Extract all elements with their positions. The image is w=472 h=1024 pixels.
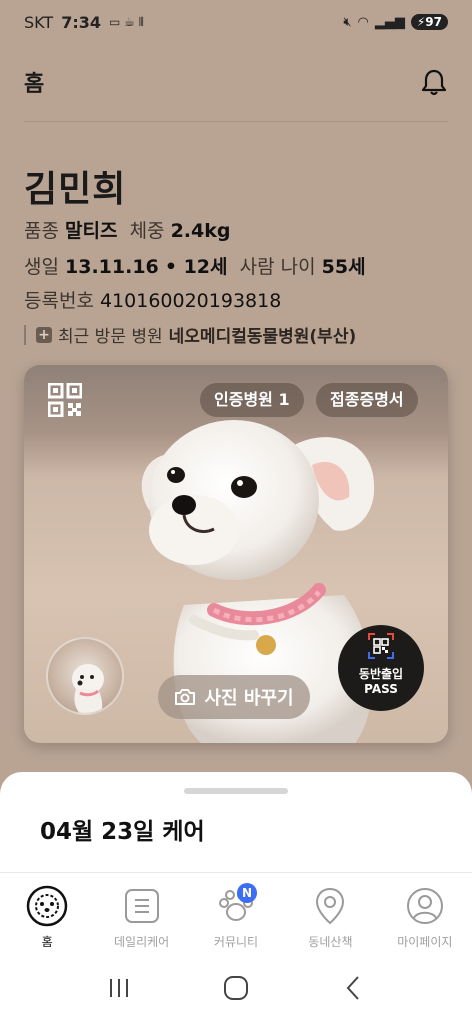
pet-thumbnail[interactable] <box>46 637 124 715</box>
page-title: 홈 <box>24 72 45 97</box>
top-header: 홈 <box>24 58 448 106</box>
nav-item-walk[interactable]: 동네산책 <box>283 873 377 952</box>
birth-value: 13.11.16 <box>65 256 159 278</box>
change-photo-label: 사진 바꾸기 <box>204 688 294 709</box>
new-badge: N <box>237 883 258 903</box>
nav-label-community: 커뮤니티 <box>213 935 259 949</box>
home-button-icon[interactable] <box>216 968 256 1008</box>
care-title: 04월 23일 케어 <box>40 819 205 845</box>
plus-icon: + <box>36 326 52 343</box>
nav-label-daily-care: 데일리케어 <box>114 935 170 949</box>
header-divider <box>24 121 448 122</box>
reg-number: 410160020193818 <box>99 290 282 312</box>
wifi-icon: ◠ <box>357 14 369 30</box>
notification-icons: ▭ ☕ ⫴ <box>108 14 144 29</box>
recent-visit-label: 최근 방문 병원 <box>58 327 163 347</box>
system-nav-bar <box>0 952 472 1024</box>
nav-label-home: 홈 <box>41 935 53 949</box>
nav-item-daily-care[interactable]: 데일리케어 <box>94 873 188 952</box>
status-bar: SKT 7:34 ▭ ☕ ⫴ 🔇︎ ◠ ▂▄▆ ⚡97 <box>0 0 472 44</box>
location-pin-icon <box>309 885 351 927</box>
paw-icon: N <box>215 883 258 927</box>
bottom-nav: 홈 데일리케어 N 커뮤니티 동네산책 마이페이지 <box>0 872 472 952</box>
nav-label-my-page: 마이페이지 <box>397 935 453 949</box>
nav-item-home[interactable]: 홈 <box>0 873 94 952</box>
reg-label: 등록번호 <box>24 290 94 312</box>
change-photo-button[interactable]: 사진 바꾸기 <box>158 675 310 719</box>
nav-item-community[interactable]: N 커뮤니티 <box>189 873 283 952</box>
human-age-value: 55세 <box>321 256 366 278</box>
back-icon[interactable] <box>333 968 373 1008</box>
human-age-label: 사람 나이 <box>239 256 316 278</box>
breed-value: 말티즈 <box>65 220 118 242</box>
birth-row: 생일 13.11.16 • 12세 사람 나이 55세 <box>24 252 366 279</box>
camera-icon <box>175 689 196 705</box>
visit-bar <box>24 324 26 345</box>
pass-line1: 동반출입 <box>358 667 404 681</box>
carrier-text: SKT <box>24 12 54 32</box>
battery-level: 97 <box>425 15 442 29</box>
weight-value: 2.4kg <box>170 220 231 242</box>
birth-label: 생일 <box>24 256 59 278</box>
registration-row: 등록번호 410160020193818 <box>24 286 281 313</box>
bell-icon[interactable] <box>420 68 448 96</box>
recent-visit-row[interactable]: + 최근 방문 병원 네오메디컬동물병원(부산) <box>24 322 356 347</box>
recent-apps-icon[interactable] <box>99 968 139 1008</box>
signal-icon: ▂▄▆ <box>374 14 405 30</box>
list-icon <box>121 885 163 927</box>
pass-qr-icon <box>368 633 394 659</box>
mute-icon: 🔇︎ <box>343 14 352 30</box>
sheet-handle[interactable] <box>184 788 288 794</box>
nav-item-my-page[interactable]: 마이페이지 <box>378 873 472 952</box>
companion-pass-button[interactable]: 동반출입 PASS <box>338 625 424 711</box>
recent-hospital: 네오메디컬동물병원(부산) <box>168 327 357 347</box>
pet-name: 김민희 <box>24 169 127 210</box>
pet-photo-card: 인증병원 1 접종증명서 사진 바꾸기 동반출입 PASS <box>24 365 448 743</box>
weight-label: 체중 <box>129 220 165 242</box>
charging-battery-icon: ⚡97 <box>410 14 448 30</box>
time-text: 7:34 <box>61 12 101 32</box>
nav-label-walk: 동네산책 <box>308 935 353 949</box>
qr-code-icon[interactable] <box>47 382 83 418</box>
breed-weight-row: 품종 말티즈 체중 2.4kg <box>24 216 230 243</box>
pass-line2: PASS <box>364 682 398 696</box>
breed-label: 품종 <box>24 220 59 242</box>
age-value: • 12세 <box>164 256 228 278</box>
user-icon <box>404 885 446 927</box>
dog-face-icon <box>26 885 68 927</box>
